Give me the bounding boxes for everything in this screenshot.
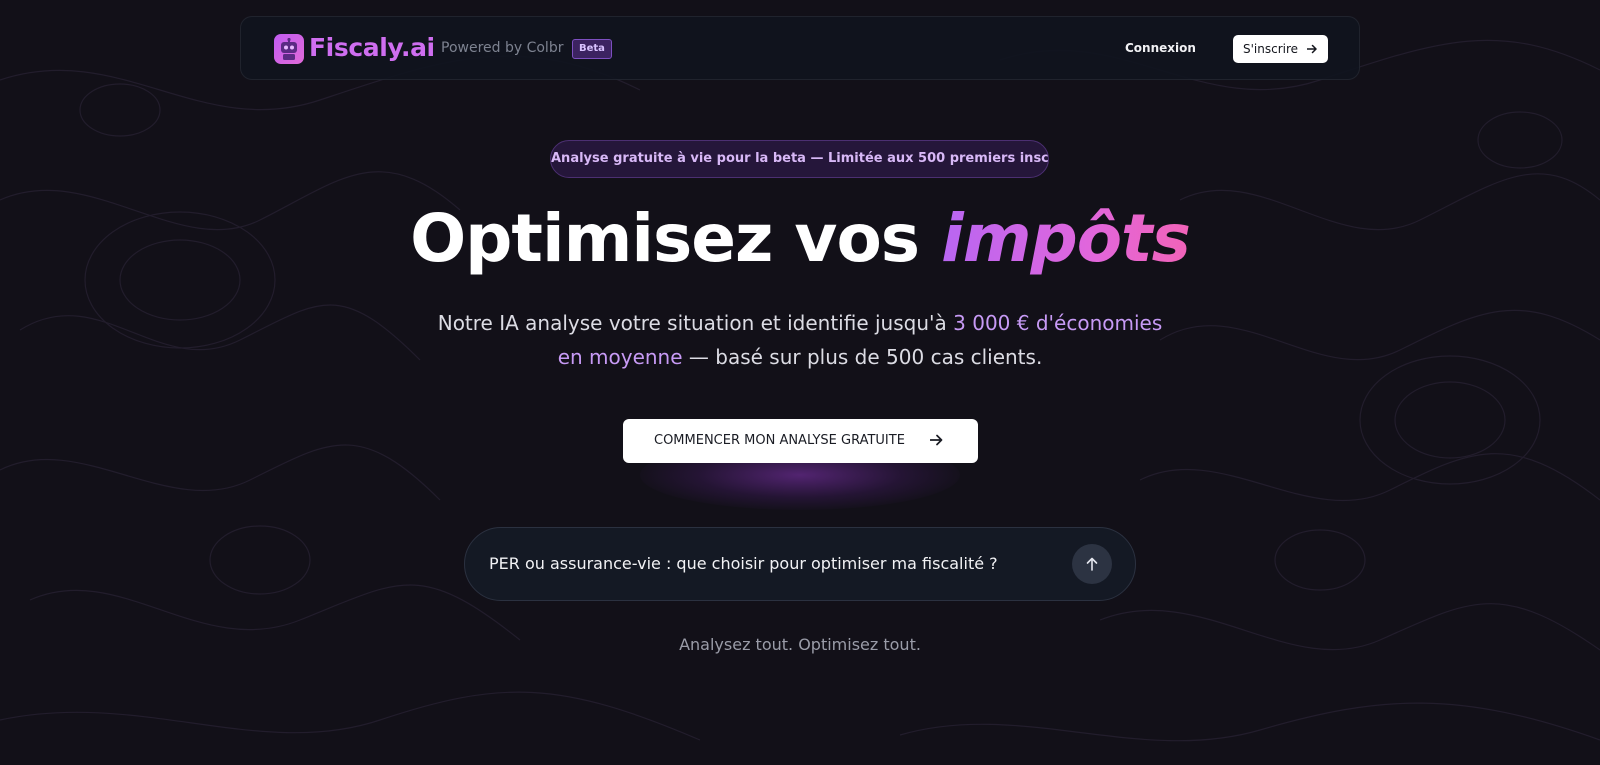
brand-name[interactable]: Fiscaly.ai <box>309 31 435 65</box>
hero-title: Optimisez vos impôts <box>300 194 1300 284</box>
arrow-right-icon <box>930 434 943 446</box>
send-button[interactable] <box>1072 544 1112 584</box>
arrow-right-icon <box>1307 44 1317 54</box>
hero-subtitle-part2: — basé sur plus de 500 cas clients. <box>688 345 1043 369</box>
top-navbar: Fiscaly.ai Powered by Colbr Beta Connexi… <box>240 16 1360 80</box>
start-analysis-label: COMMENCER MON ANALYSE GRATUITE <box>654 433 905 448</box>
beta-badge: Beta <box>572 39 612 59</box>
hero-title-plain: Optimisez vos <box>410 200 920 277</box>
hero-subtitle: Notre IA analyse votre situation et iden… <box>430 306 1170 374</box>
arrow-up-icon <box>1086 557 1098 571</box>
promo-banner: Analyse gratuite à vie pour la beta — Li… <box>550 140 1049 178</box>
chat-input[interactable]: PER ou assurance-vie : que choisir pour … <box>489 554 1049 574</box>
signup-button[interactable]: S'inscrire <box>1233 35 1328 63</box>
tagline: Analysez tout. Optimisez tout. <box>679 635 921 654</box>
hero-subtitle-part1: Notre IA analyse votre situation et iden… <box>437 311 947 335</box>
powered-by-label: Powered by Colbr <box>441 40 564 56</box>
login-link[interactable]: Connexion <box>1125 40 1196 56</box>
chat-input-box[interactable]: PER ou assurance-vie : que choisir pour … <box>464 527 1136 601</box>
robot-icon[interactable] <box>274 34 304 64</box>
hero-title-accent: impôts <box>941 200 1191 277</box>
start-analysis-button[interactable]: COMMENCER MON ANALYSE GRATUITE <box>623 419 978 463</box>
signup-button-label: S'inscrire <box>1243 42 1299 56</box>
